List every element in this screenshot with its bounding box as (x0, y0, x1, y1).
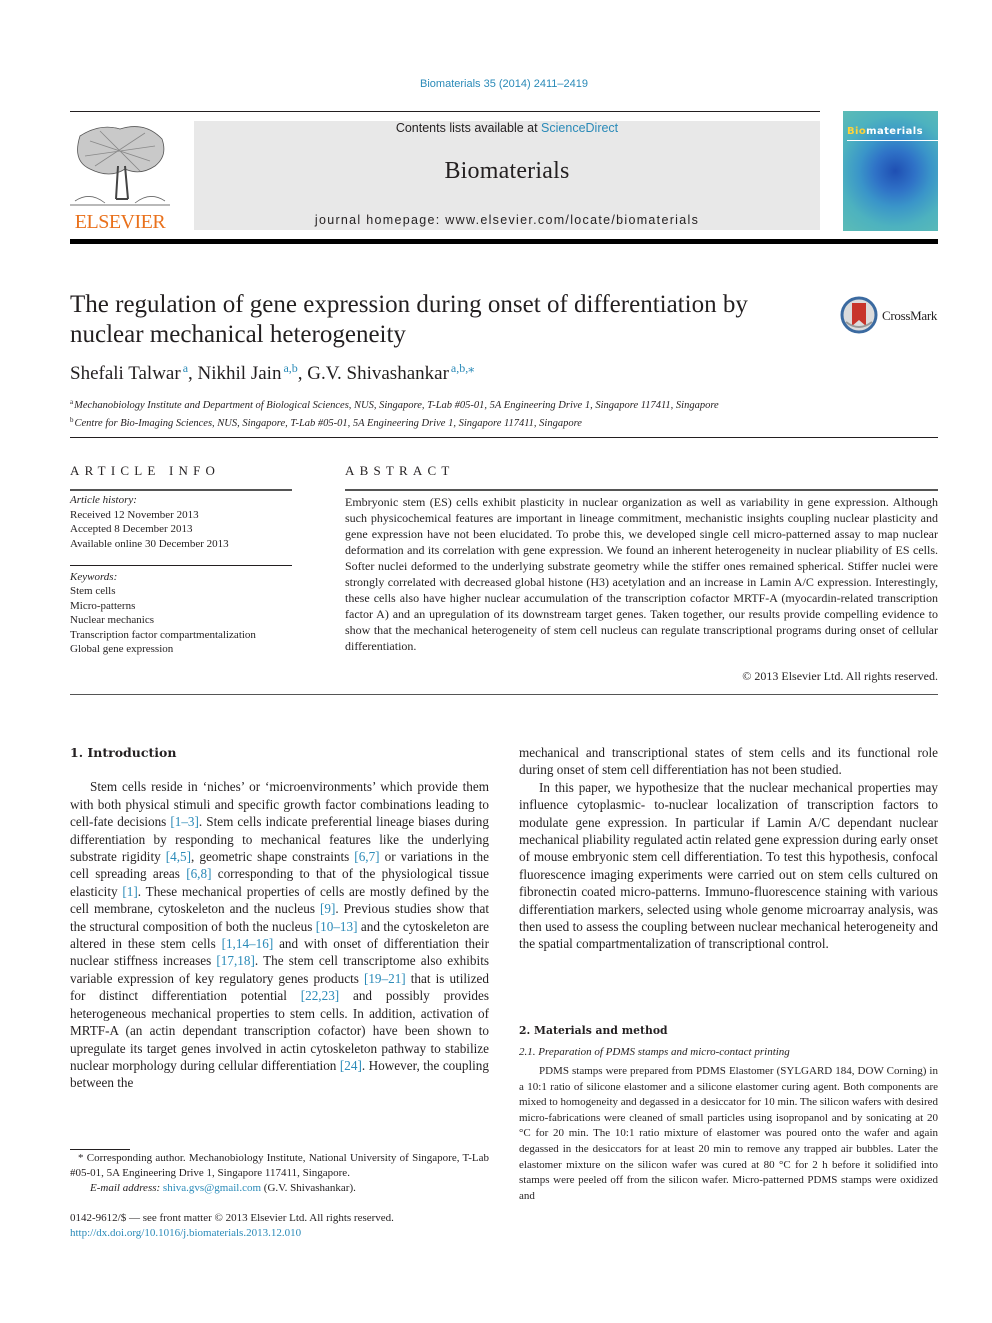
citation-link[interactable]: [4,5] (166, 849, 191, 864)
citation-link[interactable]: [24] (340, 1058, 362, 1073)
affiliation-key: b (70, 416, 74, 424)
author-list: Shefali Talwar a, Nikhil Jain a,b, G.V. Sh… (70, 361, 474, 385)
elsevier-wordmark: ELSEVIER (74, 211, 166, 233)
affiliation-item: bCentre for Bio-Imaging Sciences, NUS, S… (70, 413, 719, 431)
divider (70, 565, 292, 566)
subsection-heading: 2.1. Preparation of PDMS stamps and micr… (519, 1046, 790, 1058)
keyword-item: Transcription factor compartmentalizatio… (70, 628, 256, 641)
email-label: E-mail address: (90, 1182, 163, 1195)
affiliation-text: Mechanobiology Institute and Department … (74, 400, 719, 411)
intro-text: , geometric shape constraints (191, 849, 355, 865)
keyword-item: Global gene expression (70, 643, 174, 656)
citation-link[interactable]: [22,23] (301, 988, 339, 1003)
elsevier-tree-icon (70, 121, 170, 211)
article-info-heading: ARTICLE INFO (70, 463, 221, 478)
author-name: Shefali Talwar (70, 363, 181, 384)
section-heading-introduction: 1. Introduction (70, 745, 177, 760)
journal-name: Biomaterials (444, 158, 570, 184)
methods-paragraph: PDMS stamps were prepared from PDMS Elas… (519, 1065, 938, 1202)
citation-link[interactable]: [6,7] (354, 849, 379, 864)
journal-homepage[interactable]: journal homepage: www.elsevier.com/locat… (194, 213, 820, 227)
divider (70, 694, 938, 695)
author[interactable]: G.V. Shivashankar a,b,⁎ (307, 361, 474, 384)
contents-prefix: Contents lists available at (395, 121, 542, 135)
crossmark-button[interactable]: CrossMark (840, 296, 940, 334)
author[interactable]: Shefali Talwar a (70, 361, 188, 384)
citation-link[interactable]: [9] (320, 901, 335, 916)
history-accepted: Accepted 8 December 2013 (70, 523, 193, 536)
divider (70, 437, 938, 438)
keywords: Keywords: Stem cells Micro-patterns Nucl… (70, 570, 256, 656)
crossmark-label: CrossMark (882, 308, 938, 323)
author-affiliation-marker[interactable]: a,b,⁎ (451, 361, 474, 375)
citation-link[interactable]: [1–3] (170, 814, 199, 829)
author[interactable]: Nikhil Jain a,b (197, 361, 298, 384)
affiliation-item: aMechanobiology Institute and Department… (70, 395, 719, 413)
citation-link[interactable]: [19–21] (364, 971, 406, 986)
author-name: Nikhil Jain (197, 363, 282, 384)
email-suffix: (G.V. Shivashankar). (261, 1182, 356, 1195)
doi-link[interactable]: http://dx.doi.org/10.1016/j.biomaterials… (70, 1226, 394, 1241)
citation-link[interactable]: [1] (122, 884, 137, 899)
citation-link[interactable]: [6,8] (186, 866, 211, 881)
footnote-text: * Corresponding author. Mechanobiology I… (70, 1152, 489, 1180)
cover-title-rest: materials (866, 126, 923, 137)
article-title: The regulation of gene expression during… (70, 291, 748, 348)
author-separator: , (188, 363, 198, 384)
header-bottom-rule (70, 239, 938, 244)
abstract-copyright: © 2013 Elsevier Ltd. All rights reserved… (742, 669, 938, 683)
history-received: Received 12 November 2013 (70, 508, 199, 521)
affiliations: aMechanobiology Institute and Department… (70, 395, 719, 431)
body-paragraph: In this paper, we hypothesize that the n… (519, 779, 938, 952)
elsevier-logo: ELSEVIER (70, 121, 170, 233)
crossmark-icon (840, 296, 878, 334)
corresponding-author-footnote: * Corresponding author. Mechanobiology I… (70, 1151, 489, 1197)
section-heading-methods: 2. Materials and method (519, 1024, 668, 1037)
header-top-rule (70, 111, 820, 112)
keywords-label: Keywords: (70, 571, 118, 583)
journal-banner: Contents lists available at ScienceDirec… (194, 121, 820, 230)
affiliation-text: Centre for Bio-Imaging Sciences, NUS, Si… (74, 418, 582, 429)
abstract-text: Embryonic stem (ES) cells exhibit plasti… (345, 495, 938, 653)
divider (345, 489, 938, 491)
sciencedirect-link[interactable]: ScienceDirect (541, 121, 618, 135)
affiliation-key: a (70, 398, 74, 406)
journal-cover-image: Biomaterials (843, 111, 938, 231)
divider (70, 489, 292, 491)
citation-link[interactable]: [10–13] (316, 919, 358, 934)
email-line: E-mail address: shiva.gvs@gmail.com (G.V… (70, 1181, 489, 1196)
keyword-item: Nuclear mechanics (70, 614, 154, 627)
journal-citation-link[interactable]: Biomaterials 35 (2014) 2411–2419 (0, 78, 992, 90)
article-history: Article history: Received 12 November 20… (70, 493, 229, 551)
history-label: Article history: (70, 494, 137, 506)
intro-paragraph: Stem cells reside in ‘niches’ or ‘microe… (70, 778, 489, 1091)
issn-line: 0142-9612/$ — see front matter © 2013 El… (70, 1212, 394, 1224)
history-online: Available online 30 December 2013 (70, 537, 229, 550)
citation-link[interactable]: [17,18] (216, 953, 254, 968)
author-separator: , (297, 363, 308, 384)
abstract-heading: ABSTRACT (345, 463, 455, 478)
body-paragraph: mechanical and transcriptional states of… (519, 745, 938, 778)
body-column-left: 1. Introduction Stem cells reside in ‘ni… (70, 744, 489, 1092)
keyword-item: Micro-patterns (70, 599, 136, 612)
cover-rule (847, 140, 938, 141)
cover-title: Biomaterials (847, 126, 923, 137)
keyword-item: Stem cells (70, 585, 116, 598)
cover-title-initial: Bio (847, 126, 867, 137)
email-link[interactable]: shiva.gvs@gmail.com (163, 1182, 261, 1194)
footnote-rule (70, 1149, 130, 1150)
author-name: G.V. Shivashankar (307, 363, 449, 384)
issn-block: 0142-9612/$ — see front matter © 2013 El… (70, 1211, 394, 1241)
contents-line: Contents lists available at ScienceDirec… (194, 121, 820, 135)
author-affiliation-marker[interactable]: a,b (283, 361, 297, 375)
citation-link[interactable]: [1,14–16] (222, 936, 274, 951)
body-column-right: mechanical and transcriptional states of… (519, 744, 938, 953)
